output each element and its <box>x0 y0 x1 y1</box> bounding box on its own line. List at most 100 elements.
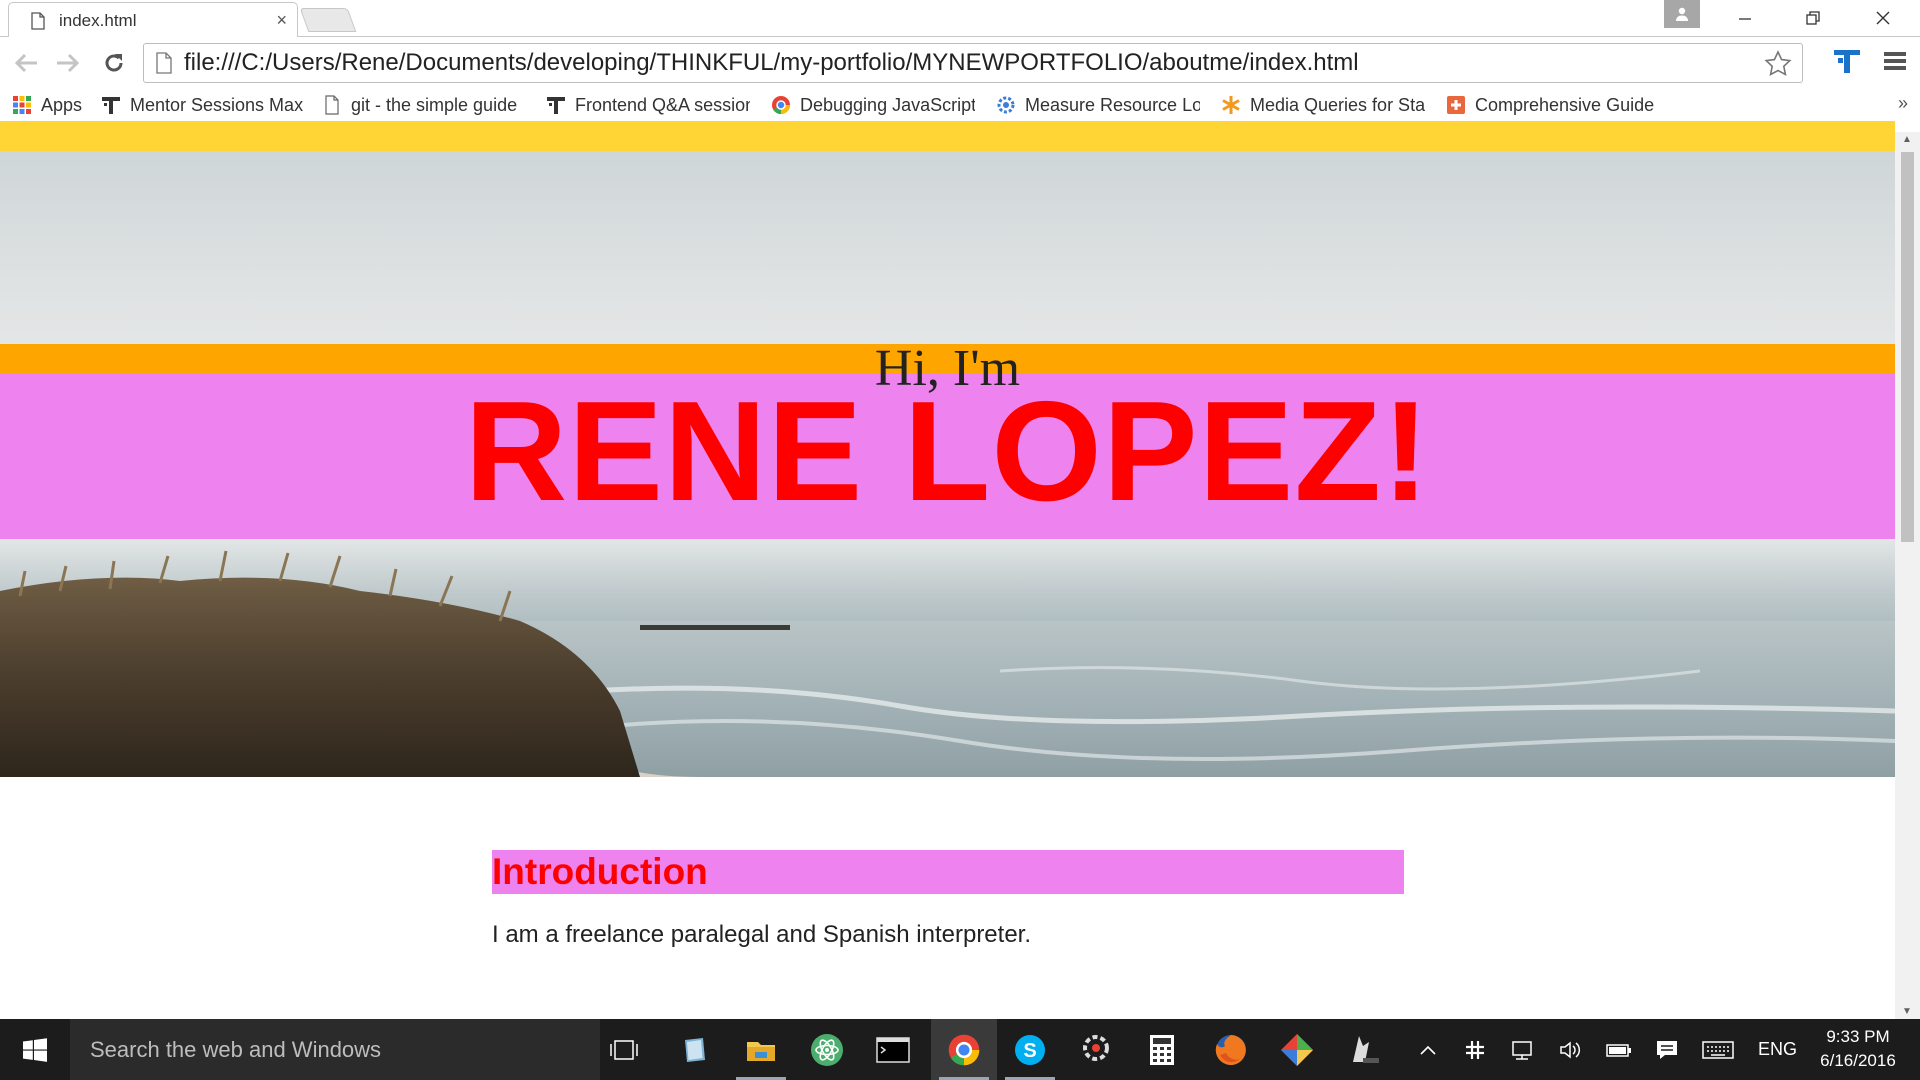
atom-icon <box>811 1033 843 1066</box>
plus-box-icon <box>1447 96 1465 114</box>
reload-button[interactable] <box>96 45 132 81</box>
bookmarks-bar: Apps Mentor Sessions Max git - the simpl… <box>0 89 1920 121</box>
file-explorer-icon <box>747 1041 775 1061</box>
taskbar-app-calculator[interactable] <box>1129 1019 1195 1080</box>
taskbar-search[interactable]: Search the web and Windows <box>70 1019 600 1080</box>
taskbar-app-chrome[interactable] <box>931 1019 997 1080</box>
taskbar-app-atom[interactable] <box>794 1019 860 1080</box>
taskbar-app-inkscape[interactable] <box>1330 1019 1396 1080</box>
apps-grid-icon <box>13 96 31 114</box>
forward-arrow-icon <box>57 53 80 73</box>
reload-icon <box>105 54 123 72</box>
language-indicator[interactable]: ENG <box>1758 1019 1797 1080</box>
notepad-icon <box>685 1037 705 1062</box>
bookmark-label: Media Queries for Sta <box>1250 94 1425 115</box>
taskbar-app-firefox[interactable] <box>1198 1019 1264 1080</box>
bookmark-label: Apps <box>41 94 83 115</box>
hash-gear-icon <box>1466 1040 1484 1059</box>
tray-keyboard[interactable] <box>1700 1019 1736 1080</box>
taskbar-app-photoscape[interactable] <box>1063 1019 1129 1080</box>
minimize-icon <box>1739 18 1751 20</box>
asterisk-icon <box>1222 96 1240 114</box>
thinkful-icon <box>547 97 565 114</box>
bookmark-label: Mentor Sessions Max <box>130 94 304 115</box>
close-window-button[interactable] <box>1848 0 1918 36</box>
browser-tab[interactable]: index.html × <box>8 2 298 38</box>
bookmark-debugging-js[interactable]: Debugging JavaScript <box>771 93 975 117</box>
tab-close-icon[interactable]: × <box>276 11 287 29</box>
action-center-icon <box>1657 1040 1677 1059</box>
page-icon <box>31 11 45 30</box>
bookmark-label: Comprehensive Guide <box>1475 94 1654 115</box>
bookmark-media-queries[interactable]: Media Queries for Sta <box>1221 93 1425 117</box>
tray-app[interactable] <box>1460 1019 1490 1080</box>
thinkful-extension-icon[interactable] <box>1832 46 1862 76</box>
tab-title: index.html <box>59 10 137 30</box>
tray-volume[interactable] <box>1556 1019 1586 1080</box>
photoscape-icon <box>1083 1034 1109 1061</box>
battery-icon <box>1606 1043 1631 1057</box>
introduction-heading: Introduction <box>492 850 1404 894</box>
taskbar-app-terminal[interactable] <box>860 1019 926 1080</box>
task-view-icon <box>610 1039 638 1060</box>
chrome-icon <box>948 1034 980 1065</box>
restore-icon <box>1806 11 1820 25</box>
chevron-up-icon <box>1420 1045 1436 1055</box>
bookmark-mentor-sessions[interactable]: Mentor Sessions Max <box>101 93 304 117</box>
chrome-icon <box>772 96 790 114</box>
start-button[interactable] <box>0 1019 70 1080</box>
search-placeholder: Search the web and Windows <box>90 1036 382 1062</box>
tray-overflow-button[interactable] <box>1412 1019 1444 1080</box>
taskbar-app-notepad[interactable] <box>662 1019 728 1080</box>
bookmark-label: git - the simple guide <box>351 94 518 115</box>
clock[interactable]: 9:33 PM 6/16/2016 <box>1808 1025 1908 1073</box>
git-icon <box>1281 1033 1313 1066</box>
restore-button[interactable] <box>1778 0 1848 36</box>
tray-notifications[interactable] <box>1652 1019 1682 1080</box>
bookmark-frontend-qa[interactable]: Frontend Q&A session <box>546 93 750 117</box>
name-heading: RENE LOPEZ! <box>464 372 1431 531</box>
bookmark-label: Measure Resource Lo <box>1025 94 1200 115</box>
clock-date: 6/16/2016 <box>1820 1051 1896 1070</box>
address-bar[interactable]: file:///C:/Users/Rene/Documents/developi… <box>143 43 1803 83</box>
task-view-button[interactable] <box>591 1019 657 1080</box>
forward-button[interactable] <box>50 45 86 81</box>
scroll-up-icon[interactable]: ▲ <box>1902 134 1912 145</box>
taskbar-app-git[interactable] <box>1264 1019 1330 1080</box>
scroll-thumb[interactable] <box>1901 152 1914 542</box>
introduction-text: I am a freelance paralegal and Spanish i… <box>492 921 1032 948</box>
terminal-icon <box>876 1036 910 1063</box>
page-scrollbar[interactable]: ▲ ▼ <box>1895 132 1920 1019</box>
top-color-strip <box>0 121 1895 151</box>
taskbar-app-skype[interactable]: S <box>997 1019 1063 1080</box>
profile-button[interactable] <box>1664 0 1700 28</box>
bookmark-comprehensive-guide[interactable]: Comprehensive Guide <box>1446 93 1654 117</box>
firefox-icon <box>1215 1034 1246 1065</box>
page-icon <box>156 52 172 74</box>
back-button[interactable] <box>8 45 44 81</box>
more-bookmarks-button[interactable]: » <box>1898 93 1908 114</box>
taskbar-app-explorer[interactable] <box>728 1019 794 1080</box>
bookmark-apps[interactable]: Apps <box>12 93 92 117</box>
new-tab-button[interactable] <box>299 8 357 32</box>
tray-battery[interactable] <box>1604 1019 1634 1080</box>
minimize-button[interactable] <box>1710 0 1780 36</box>
bookmark-measure-resource[interactable]: Measure Resource Lo <box>996 93 1200 117</box>
bookmark-star-icon[interactable] <box>1764 50 1792 78</box>
close-icon <box>1876 11 1890 25</box>
page-viewport: Hi, I'm RENE LOPEZ! Introduction I am a … <box>0 121 1895 1019</box>
skype-icon: S <box>1015 1034 1045 1065</box>
windows-logo-icon <box>23 1037 47 1062</box>
page-icon <box>325 95 339 115</box>
scroll-down-icon[interactable]: ▼ <box>1902 1006 1912 1017</box>
volume-icon <box>1560 1040 1581 1059</box>
calculator-icon <box>1150 1034 1174 1065</box>
url-text[interactable]: file:///C:/Users/Rene/Documents/developi… <box>184 49 1359 77</box>
bookmark-git-guide[interactable]: git - the simple guide <box>322 93 522 117</box>
keyboard-icon <box>1702 1040 1734 1059</box>
menu-icon[interactable] <box>1882 46 1908 76</box>
gear-blue-icon <box>997 96 1015 114</box>
clock-time: 9:33 PM <box>1826 1027 1890 1046</box>
back-arrow-icon <box>14 53 37 73</box>
tray-network[interactable] <box>1508 1019 1538 1080</box>
